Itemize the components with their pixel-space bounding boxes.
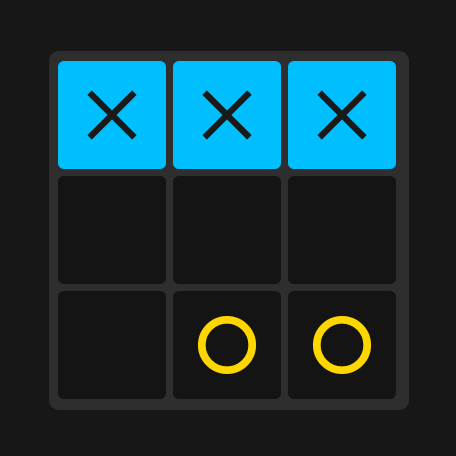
game-board [49,51,409,410]
board-cell-r3-c3[interactable] [288,291,396,399]
board-cell-r1-c2[interactable] [173,61,281,169]
board-cell-r2-c2[interactable] [173,176,281,284]
board-cell-r1-c1[interactable] [58,61,166,169]
x-mark-icon [202,90,252,140]
board-cell-r2-c3[interactable] [288,176,396,284]
board-cell-r3-c2[interactable] [173,291,281,399]
o-mark-icon [197,315,257,375]
board-cell-r2-c1[interactable] [58,176,166,284]
board-cell-r1-c3[interactable] [288,61,396,169]
o-mark-icon [312,315,372,375]
x-mark-icon [317,90,367,140]
x-mark-icon [87,90,137,140]
board-cell-r3-c1[interactable] [58,291,166,399]
